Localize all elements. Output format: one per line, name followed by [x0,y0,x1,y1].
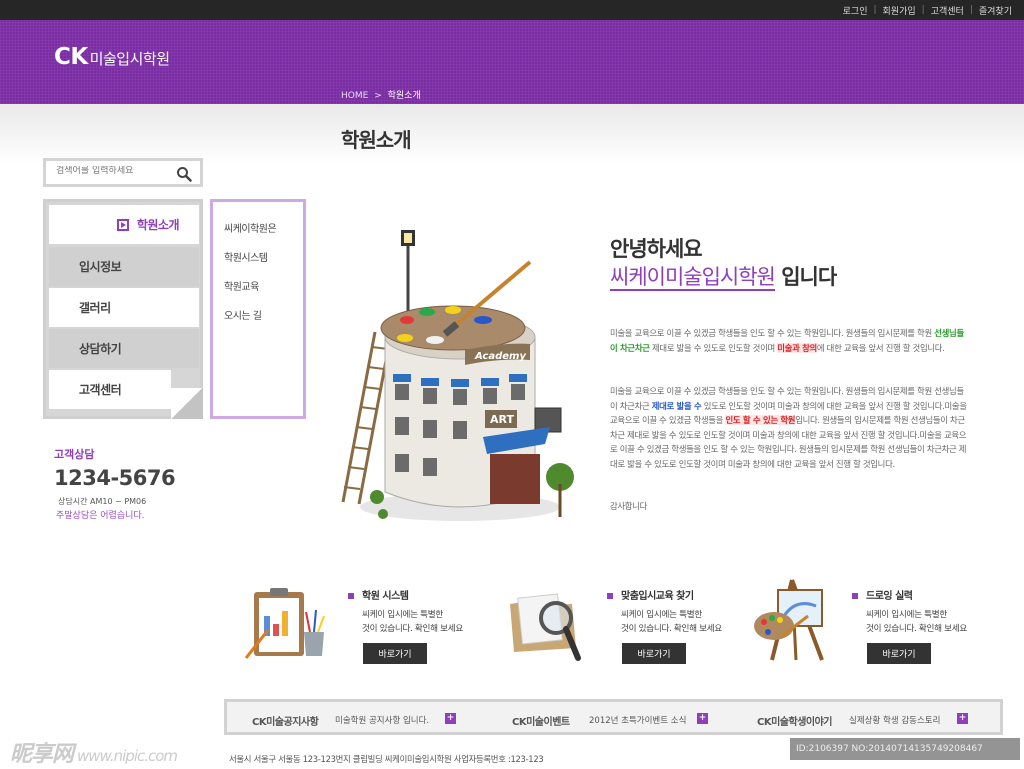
separator: | [921,5,925,15]
greeting-end: 입니다 [774,265,837,289]
search-box [43,158,203,187]
bullet-icon [607,593,613,599]
text-span: 에 대한 교육을 앞서 진행 할 것입니다. [816,342,945,353]
menu-item-gallery[interactable]: 갤러리 [49,288,199,327]
intro-paragraph-2: 미술을 교육으로 이끌 수 있겠금 학생들을 인도 할 수 있는 학원입니다. … [610,384,970,471]
menu-item-label: 상담하기 [79,342,122,356]
menu-item-label: 갤러리 [79,301,111,315]
academy-sign: Academy [474,351,526,362]
text-span: 미술을 교육으로 이끌 수 있겠금 학생들을 인도 할 수 있는 학원입니다. … [610,328,935,338]
art-sign: ART [490,413,514,426]
feature-desc: 씨케이 입시에는 특별한것이 있습니다. 확인해 보세요 [866,608,967,636]
feature-desc-line: 것이 있습니다. 확인해 보세요 [621,624,723,634]
event-text[interactable]: 2012년 초특가이벤트 소식 [589,714,686,726]
footer-address: 서울시 서울구 서울동 123-123번지 클립빌딩 씨케이미술입시학원 사업자… [229,754,544,764]
search-icon[interactable] [176,166,192,182]
highlight-guide: 인도 할 수 있는 학원 [725,415,796,425]
bookmark-link[interactable]: 즐겨찾기 [979,4,1012,17]
site-logo[interactable]: CK 미술입시학원 [54,44,170,70]
submenu-item-intro[interactable]: 씨케이학원은 [224,220,277,235]
greeting-subtitle: 씨케이미술입시학원 입니다 [610,261,837,291]
greeting-title: 안녕하세요 [610,237,703,261]
story-title[interactable]: CK미술학생이야기 [757,713,833,728]
logo-bold: CK [54,44,88,70]
magnifier-folder-icon [510,593,581,661]
notice-text[interactable]: 미술학원 공지사항 입니다. [335,714,429,726]
separator: | [873,5,877,15]
contact-hours: 상담시간 AM10 ~ PM06 [58,497,147,506]
page-title: 학원소개 [341,128,412,152]
feature-title: 드로잉 실력 [852,587,913,602]
breadcrumb-separator: > [374,91,382,101]
feature-desc: 씨케이 입시에는 특별한것이 있습니다. 확인해 보세요 [362,608,463,636]
separator: | [969,5,973,15]
search-input[interactable] [56,166,166,176]
notice-title[interactable]: CK미술공지사항 [252,713,319,728]
menu-item-label: 고객센터 [79,383,122,397]
academy-name: 씨케이미술입시학원 [610,265,776,291]
feature-desc-line: 것이 있습니다. 확인해 보세요 [866,624,968,634]
highlight-art-creativity: 미술과 창의 [777,342,817,353]
contact-title: 고객상담 [54,448,95,461]
contact-phone: 1234-5676 [54,466,176,490]
text-span: 제대로 밟을 수 있도로 인도할 것이며 [649,342,778,353]
notice-bar: CK미술공지사항 미술학원 공지사항 입니다. + CK미술이벤트 2012년 … [224,699,1003,735]
left-menu: 학원소개 입시정보 갤러리 상담하기 고객센터 [43,199,203,419]
feature-desc-line: 것이 있습니다. 확인해 보세요 [362,624,464,634]
watermark-url: www.nipic.com [77,747,178,765]
contact-note: 주말상담은 어렵습니다. [56,511,145,521]
watermark-main: 昵享网 [10,742,74,767]
menu-item-customer[interactable]: 고객센터 [49,370,171,409]
top-utility-bar: 로그인 | 회원가입 | 고객센터 | 즐겨찾기 [0,0,1024,20]
submenu-item-directions[interactable]: 오시는 길 [224,307,262,322]
submenu-item-system[interactable]: 학원시스템 [224,249,268,264]
breadcrumb-current: 학원소개 [387,91,421,101]
feature-go-button[interactable]: 바로가기 [363,643,427,664]
menu-item-consult[interactable]: 상담하기 [49,329,199,368]
play-icon [116,218,129,231]
menu-item-label: 입시정보 [79,260,122,274]
page-curl-decoration [171,388,203,419]
art-academy-building-illustration: Academy ART [341,230,574,521]
title-band [0,104,1024,164]
clipboard-icon [244,588,325,659]
submenu-item-education[interactable]: 학원교육 [224,278,259,293]
breadcrumb-home[interactable]: HOME [341,91,368,101]
event-title[interactable]: CK미술이벤트 [512,713,570,728]
feature-title-text: 맞춤입시교육 찾기 [621,591,694,602]
highlight-steps: 제대로 밟을 수 [651,400,702,411]
feature-title: 맞춤입시교육 찾기 [607,587,694,602]
site-header: CK 미술입시학원 HOME > 학원소개 [0,20,1024,104]
plus-icon[interactable]: + [957,713,968,724]
thanks-text: 감사합니다 [610,501,648,511]
intro-paragraph-1: 미술을 교육으로 이끌 수 있겠금 학생들을 인도 할 수 있는 학원입니다. … [610,326,970,355]
feature-go-button[interactable]: 바로가기 [622,643,686,664]
bullet-icon [348,593,354,599]
feature-title-text: 학원 시스템 [362,591,409,602]
logo-text: 미술입시학원 [89,50,170,68]
easel-palette-icon [754,579,824,661]
bullet-icon [852,593,858,599]
signup-link[interactable]: 회원가입 [883,4,916,17]
feature-desc-line: 씨케이 입시에는 특별한 [866,610,947,620]
plus-icon[interactable]: + [445,713,456,724]
feature-desc-line: 씨케이 입시에는 특별한 [362,610,443,620]
menu-item-about[interactable]: 학원소개 [49,205,199,244]
plus-icon[interactable]: + [697,713,708,724]
utility-nav: 로그인 | 회원가입 | 고객센터 | 즐겨찾기 [843,0,1012,20]
sub-menu: 씨케이학원은 학원시스템 학원교육 오시는 길 [210,199,306,419]
login-link[interactable]: 로그인 [843,4,868,17]
story-text[interactable]: 실제상황 학생 감동스토리 [849,714,940,726]
feature-desc: 씨케이 입시에는 특별한것이 있습니다. 확인해 보세요 [621,608,722,636]
menu-item-label: 학원소개 [136,218,180,232]
feature-title: 학원 시스템 [348,587,409,602]
feature-title-text: 드로잉 실력 [866,591,913,602]
watermark-id: ID:2106397 NO:20140714135749208467 [790,738,1020,760]
feature-go-button[interactable]: 바로가기 [867,643,931,664]
breadcrumb: HOME > 학원소개 [341,88,421,101]
customer-center-link[interactable]: 고객센터 [931,4,964,17]
feature-desc-line: 씨케이 입시에는 특별한 [621,610,702,620]
watermark-logo: 昵享网 www.nipic.com [10,736,178,768]
menu-item-admissions[interactable]: 입시정보 [49,247,199,286]
